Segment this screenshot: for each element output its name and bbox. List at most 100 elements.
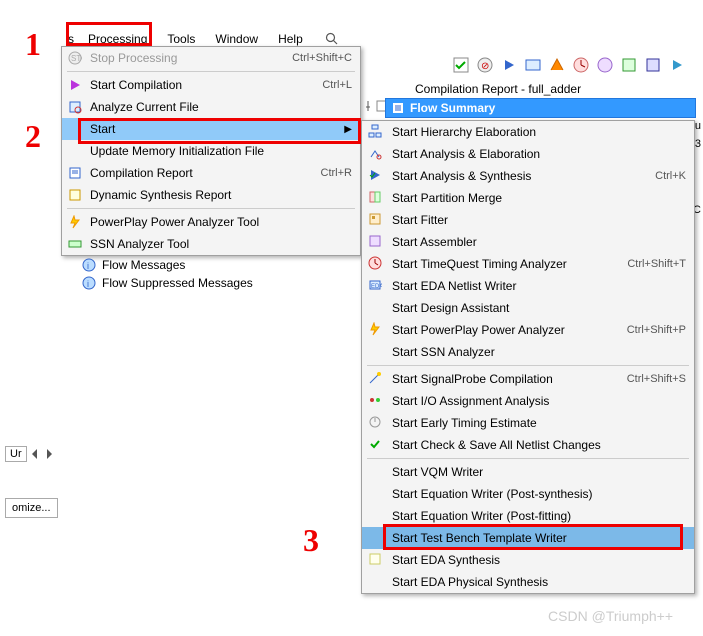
- sub-check-save[interactable]: Start Check & Save All Netlist Changes: [362, 434, 694, 456]
- stop-icon: STOP: [67, 50, 83, 66]
- sub-powerplay[interactable]: Start PowerPlay Power AnalyzerCtrl+Shift…: [362, 319, 694, 341]
- sub-power-shortcut: Ctrl+Shift+P: [627, 324, 686, 336]
- svg-text:i: i: [87, 261, 89, 271]
- probe-icon: [368, 371, 384, 387]
- bolt-icon: [67, 214, 83, 230]
- flow-summary-label: Flow Summary: [410, 101, 495, 115]
- menu-report-label: Compilation Report: [90, 166, 321, 180]
- flow-suppressed-label: Flow Suppressed Messages: [102, 276, 253, 290]
- sub-eda-netlist[interactable]: EDAStart EDA Netlist Writer: [362, 275, 694, 297]
- tb-icon-8[interactable]: [620, 56, 640, 76]
- menu-powerplay[interactable]: PowerPlay Power Analyzer Tool: [62, 211, 360, 233]
- sub-ssn[interactable]: Start SSN Analyzer: [362, 341, 694, 363]
- sub-eda-synthesis[interactable]: Start EDA Synthesis: [362, 549, 694, 571]
- flow-summary-tab[interactable]: Flow Summary: [385, 98, 696, 118]
- dynsyn-icon: [67, 187, 83, 203]
- tb-icon-9[interactable]: [644, 56, 664, 76]
- sub-testbench[interactable]: Start Test Bench Template Writer: [362, 527, 694, 549]
- sub-power-label: Start PowerPlay Power Analyzer: [392, 323, 627, 337]
- menu-start-label: Start: [90, 122, 344, 136]
- sub-early-label: Start Early Timing Estimate: [392, 416, 686, 430]
- pin-icon[interactable]: [362, 100, 374, 112]
- scroll-left-icon[interactable]: [29, 446, 41, 462]
- start-submenu: Start Hierarchy Elaboration Start Analys…: [361, 120, 695, 594]
- tb-icon-7[interactable]: [596, 56, 616, 76]
- sub-early-timing[interactable]: Start Early Timing Estimate: [362, 412, 694, 434]
- menu-analyze-file[interactable]: Analyze Current File: [62, 96, 360, 118]
- sub-eq-postsynth[interactable]: Start Equation Writer (Post-synthesis): [362, 483, 694, 505]
- sub-io-assignment[interactable]: Start I/O Assignment Analysis: [362, 390, 694, 412]
- menu-stop-processing: STOP Stop Processing Ctrl+Shift+C: [62, 47, 360, 69]
- sub-vqm[interactable]: Start VQM Writer: [362, 461, 694, 483]
- svg-text:STOP: STOP: [71, 54, 82, 63]
- ssn-icon: [67, 236, 83, 252]
- assembler-icon: [368, 234, 384, 250]
- sub-sigprobe-label: Start SignalProbe Compilation: [392, 372, 627, 386]
- toolbar-right: ⊘: [452, 56, 688, 76]
- sub-ioassign-label: Start I/O Assignment Analysis: [392, 394, 686, 408]
- sub-eq-postfit[interactable]: Start Equation Writer (Post-fitting): [362, 505, 694, 527]
- tb-icon-6[interactable]: [572, 56, 592, 76]
- sub-eda-physical[interactable]: Start EDA Physical Synthesis: [362, 571, 694, 593]
- info-icon: i: [82, 258, 96, 272]
- anaelab-icon: [368, 146, 384, 162]
- sub-partition-merge[interactable]: Start Partition Merge: [362, 187, 694, 209]
- sub-fitter[interactable]: Start Fitter: [362, 209, 694, 231]
- processing-menu: STOP Stop Processing Ctrl+Shift+C Start …: [61, 46, 361, 256]
- sub-sigprobe-shortcut: Ctrl+Shift+S: [627, 373, 686, 385]
- sub-design-assistant[interactable]: Start Design Assistant: [362, 297, 694, 319]
- sub-anaelab-label: Start Analysis & Elaboration: [392, 147, 686, 161]
- ur-select[interactable]: Ur: [5, 446, 27, 462]
- sub-assembler-label: Start Assembler: [392, 235, 686, 249]
- info-icon: i: [82, 276, 96, 290]
- tb-icon-10[interactable]: [668, 56, 688, 76]
- tb-icon-4[interactable]: [524, 56, 544, 76]
- menu-analyze-label: Analyze Current File: [90, 100, 352, 114]
- menu-start[interactable]: Start ▶: [62, 118, 360, 140]
- menu-update-memory[interactable]: Update Memory Initialization File: [62, 140, 360, 162]
- menu-stop-shortcut: Ctrl+Shift+C: [292, 52, 352, 64]
- menu-report-shortcut: Ctrl+R: [321, 167, 352, 179]
- sub-anasyn-label: Start Analysis & Synthesis: [392, 169, 655, 183]
- compilation-report-title: Compilation Report - full_adder: [415, 82, 581, 96]
- sub-edaphys-label: Start EDA Physical Synthesis: [392, 575, 686, 589]
- omize-button[interactable]: omize...: [5, 498, 58, 518]
- tree-flow-suppressed[interactable]: i Flow Suppressed Messages: [82, 274, 253, 292]
- play-icon: [67, 77, 83, 93]
- partmerge-icon: [368, 190, 384, 206]
- bolt-icon: [368, 322, 384, 338]
- sub-eqfit-label: Start Equation Writer (Post-fitting): [392, 509, 686, 523]
- annotation-digit-2: 2: [25, 118, 41, 155]
- watermark: CSDN @Triumph++: [548, 608, 673, 624]
- io-icon: [368, 393, 384, 409]
- hier-icon: [368, 124, 384, 140]
- menu-stop-label: Stop Processing: [90, 51, 292, 65]
- sub-assembler[interactable]: Start Assembler: [362, 231, 694, 253]
- menu-start-compilation[interactable]: Start Compilation Ctrl+L: [62, 74, 360, 96]
- fitter-icon: [368, 212, 384, 228]
- doc-icon: [392, 102, 404, 114]
- svg-text:⊘: ⊘: [481, 61, 489, 72]
- annotation-digit-1: 1: [25, 26, 41, 63]
- sub-hierarchy[interactable]: Start Hierarchy Elaboration: [362, 121, 694, 143]
- sub-design-label: Start Design Assistant: [392, 301, 686, 315]
- submenu-arrow-icon: ▶: [344, 124, 352, 135]
- sub-timequest[interactable]: Start TimeQuest Timing AnalyzerCtrl+Shif…: [362, 253, 694, 275]
- menu-dynamic-synthesis[interactable]: Dynamic Synthesis Report: [62, 184, 360, 206]
- annotation-digit-3: 3: [303, 522, 319, 559]
- scroll-right-icon[interactable]: [43, 446, 55, 462]
- menu-compilation-report[interactable]: Compilation Report Ctrl+R: [62, 162, 360, 184]
- flow-messages-label: Flow Messages: [102, 258, 185, 272]
- tb-icon-3[interactable]: [500, 56, 520, 76]
- tree-flow-messages[interactable]: i Flow Messages: [82, 256, 253, 274]
- menu-ssn-analyzer[interactable]: SSN Analyzer Tool: [62, 233, 360, 255]
- tb-icon-5[interactable]: [548, 56, 568, 76]
- sub-partmerge-label: Start Partition Merge: [392, 191, 686, 205]
- sub-analysis-synth[interactable]: Start Analysis & SynthesisCtrl+K: [362, 165, 694, 187]
- separator: [67, 71, 355, 72]
- sub-analysis-elab[interactable]: Start Analysis & Elaboration: [362, 143, 694, 165]
- tb-icon-1[interactable]: [452, 56, 472, 76]
- sub-signalprobe[interactable]: Start SignalProbe CompilationCtrl+Shift+…: [362, 368, 694, 390]
- tb-icon-2[interactable]: ⊘: [476, 56, 496, 76]
- menu-powerplay-label: PowerPlay Power Analyzer Tool: [90, 215, 352, 229]
